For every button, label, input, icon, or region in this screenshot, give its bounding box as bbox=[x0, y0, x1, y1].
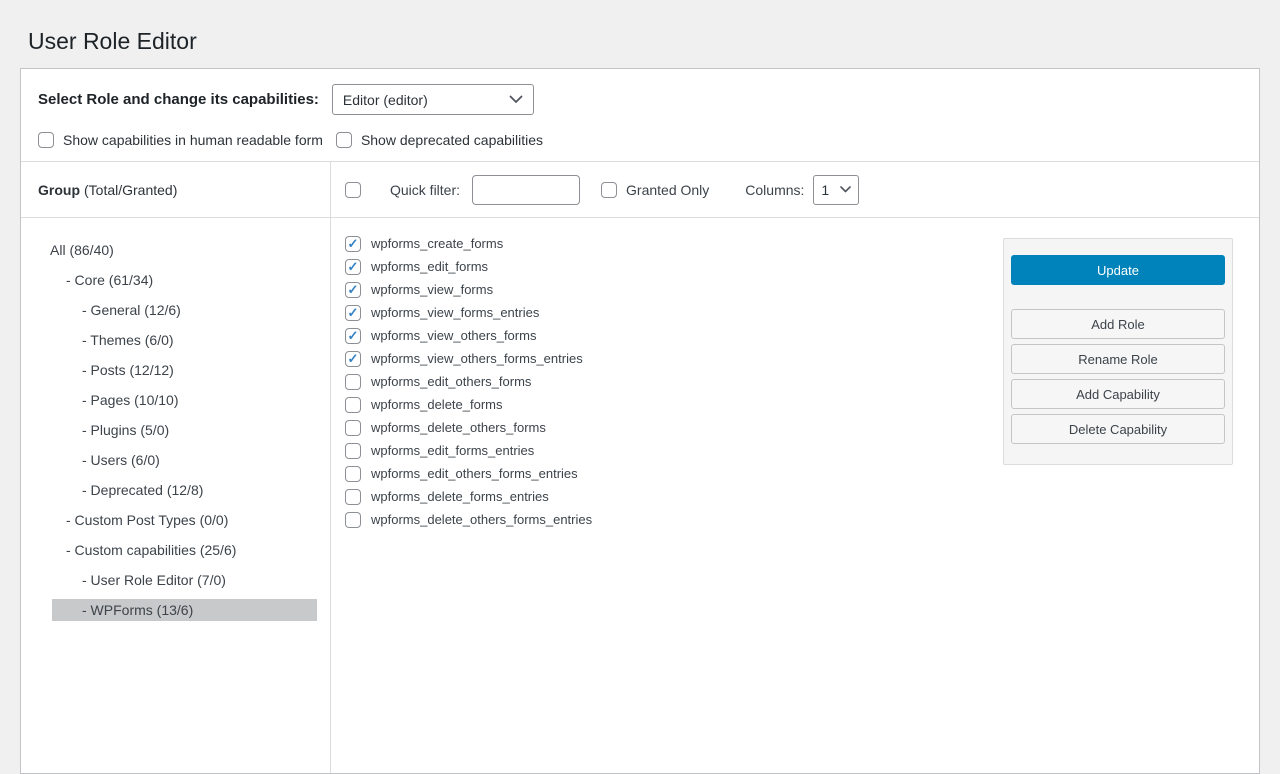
chevron-down-icon bbox=[509, 95, 523, 104]
capability-row[interactable]: wpforms_delete_forms bbox=[345, 393, 991, 416]
capability-row[interactable]: wpforms_view_others_forms_entries bbox=[345, 347, 991, 370]
role-select[interactable]: Editor (editor) bbox=[332, 84, 534, 115]
capability-checkbox[interactable] bbox=[345, 236, 361, 252]
panel-body: Group (Total/Granted) All (86/40)- Core … bbox=[21, 162, 1259, 773]
capability-row[interactable]: wpforms_delete_others_forms bbox=[345, 416, 991, 439]
capability-label: wpforms_delete_forms bbox=[371, 397, 503, 412]
capability-label: wpforms_edit_others_forms_entries bbox=[371, 466, 578, 481]
capability-checkbox[interactable] bbox=[345, 259, 361, 275]
actions-panel: Update Add Role Rename Role Add Capabili… bbox=[1003, 238, 1233, 465]
capability-label: wpforms_delete_forms_entries bbox=[371, 489, 549, 504]
show-deprecated-option[interactable]: Show deprecated capabilities bbox=[336, 132, 543, 148]
capabilities-column: Quick filter: Granted Only Columns: 1 wp… bbox=[331, 162, 1259, 773]
update-button[interactable]: Update bbox=[1011, 255, 1225, 285]
granted-only-option[interactable]: Granted Only bbox=[601, 182, 709, 198]
display-options-row: Show capabilities in human readable form… bbox=[38, 132, 1239, 148]
tree-item[interactable]: - WPForms (13/6) bbox=[52, 599, 317, 621]
tree-item[interactable]: - User Role Editor (7/0) bbox=[21, 565, 330, 595]
role-select-value: Editor (editor) bbox=[343, 92, 428, 108]
columns-select[interactable]: 1 bbox=[813, 175, 859, 205]
capability-checkbox[interactable] bbox=[345, 466, 361, 482]
capability-label: wpforms_edit_others_forms bbox=[371, 374, 531, 389]
tree-item[interactable]: - Posts (12/12) bbox=[21, 355, 330, 385]
add-capability-button[interactable]: Add Capability bbox=[1011, 379, 1225, 409]
filter-bar: Quick filter: Granted Only Columns: 1 bbox=[331, 162, 1259, 217]
capability-row[interactable]: wpforms_edit_forms bbox=[345, 255, 991, 278]
capability-checkbox[interactable] bbox=[345, 328, 361, 344]
tree-item[interactable]: - Themes (6/0) bbox=[21, 325, 330, 355]
granted-only-label: Granted Only bbox=[626, 182, 709, 198]
quick-filter-input[interactable] bbox=[472, 175, 580, 205]
main-panel: Select Role and change its capabilities:… bbox=[20, 68, 1260, 774]
show-human-readable-option[interactable]: Show capabilities in human readable form bbox=[38, 132, 323, 148]
group-header-suffix: (Total/Granted) bbox=[84, 182, 177, 198]
add-role-button[interactable]: Add Role bbox=[1011, 309, 1225, 339]
show-deprecated-checkbox[interactable] bbox=[336, 132, 352, 148]
capability-label: wpforms_delete_others_forms_entries bbox=[371, 512, 592, 527]
role-selector-section: Select Role and change its capabilities:… bbox=[21, 69, 1259, 148]
delete-capability-button[interactable]: Delete Capability bbox=[1011, 414, 1225, 444]
capability-label: wpforms_view_others_forms_entries bbox=[371, 351, 583, 366]
capability-label: wpforms_edit_forms bbox=[371, 259, 488, 274]
select-role-label: Select Role and change its capabilities: bbox=[38, 91, 319, 108]
groups-column: Group (Total/Granted) All (86/40)- Core … bbox=[21, 162, 331, 773]
select-all-checkbox[interactable] bbox=[345, 182, 361, 198]
page: User Role Editor Select Role and change … bbox=[0, 0, 1280, 774]
capability-row[interactable]: wpforms_delete_others_forms_entries bbox=[345, 508, 991, 531]
tree-item[interactable]: - General (12/6) bbox=[21, 295, 330, 325]
capability-checkbox[interactable] bbox=[345, 512, 361, 528]
group-tree: All (86/40)- Core (61/34)- General (12/6… bbox=[21, 218, 330, 625]
page-title: User Role Editor bbox=[0, 0, 1280, 68]
capability-row[interactable]: wpforms_view_others_forms bbox=[345, 324, 991, 347]
rename-role-button[interactable]: Rename Role bbox=[1011, 344, 1225, 374]
group-header-label: Group bbox=[38, 182, 80, 198]
capability-label: wpforms_view_forms_entries bbox=[371, 305, 539, 320]
capability-checkbox[interactable] bbox=[345, 443, 361, 459]
group-header: Group (Total/Granted) bbox=[21, 162, 330, 217]
granted-only-checkbox[interactable] bbox=[601, 182, 617, 198]
tree-item[interactable]: - Users (6/0) bbox=[21, 445, 330, 475]
tree-item[interactable]: - Pages (10/10) bbox=[21, 385, 330, 415]
columns-select-value: 1 bbox=[821, 182, 829, 198]
capability-label: wpforms_create_forms bbox=[371, 236, 503, 251]
tree-item[interactable]: - Custom capabilities (25/6) bbox=[21, 535, 330, 565]
show-human-readable-label: Show capabilities in human readable form bbox=[63, 132, 323, 148]
capability-checkbox[interactable] bbox=[345, 489, 361, 505]
capability-checkbox[interactable] bbox=[345, 282, 361, 298]
capability-label: wpforms_view_forms bbox=[371, 282, 493, 297]
capability-row[interactable]: wpforms_edit_forms_entries bbox=[345, 439, 991, 462]
capability-row[interactable]: wpforms_view_forms_entries bbox=[345, 301, 991, 324]
content-row: wpforms_create_forms wpforms_edit_formswp… bbox=[331, 218, 1259, 773]
chevron-down-icon bbox=[840, 186, 851, 193]
capability-row[interactable]: wpforms_edit_others_forms bbox=[345, 370, 991, 393]
quick-filter-label: Quick filter: bbox=[390, 182, 460, 198]
capability-row[interactable]: wpforms_edit_others_forms_entries bbox=[345, 462, 991, 485]
tree-item[interactable]: - Deprecated (12/8) bbox=[21, 475, 330, 505]
capability-checkbox[interactable] bbox=[345, 351, 361, 367]
tree-item[interactable]: All (86/40) bbox=[21, 235, 330, 265]
show-human-readable-checkbox[interactable] bbox=[38, 132, 54, 148]
tree-item[interactable]: - Custom Post Types (0/0) bbox=[21, 505, 330, 535]
capability-checkbox[interactable] bbox=[345, 397, 361, 413]
capabilities-list: wpforms_create_forms wpforms_edit_formswp… bbox=[345, 232, 991, 531]
capability-checkbox[interactable] bbox=[345, 305, 361, 321]
capability-row[interactable]: wpforms_delete_forms_entries bbox=[345, 485, 991, 508]
show-deprecated-label: Show deprecated capabilities bbox=[361, 132, 543, 148]
capability-label: wpforms_edit_forms_entries bbox=[371, 443, 534, 458]
capability-checkbox[interactable] bbox=[345, 374, 361, 390]
capability-label: wpforms_view_others_forms bbox=[371, 328, 536, 343]
capability-label: wpforms_delete_others_forms bbox=[371, 420, 546, 435]
tree-item[interactable]: - Plugins (5/0) bbox=[21, 415, 330, 445]
columns-label: Columns: bbox=[745, 182, 804, 198]
capability-row[interactable]: wpforms_create_forms bbox=[345, 232, 991, 255]
capability-row[interactable]: wpforms_view_forms bbox=[345, 278, 991, 301]
capability-checkbox[interactable] bbox=[345, 420, 361, 436]
tree-item[interactable]: - Core (61/34) bbox=[21, 265, 330, 295]
